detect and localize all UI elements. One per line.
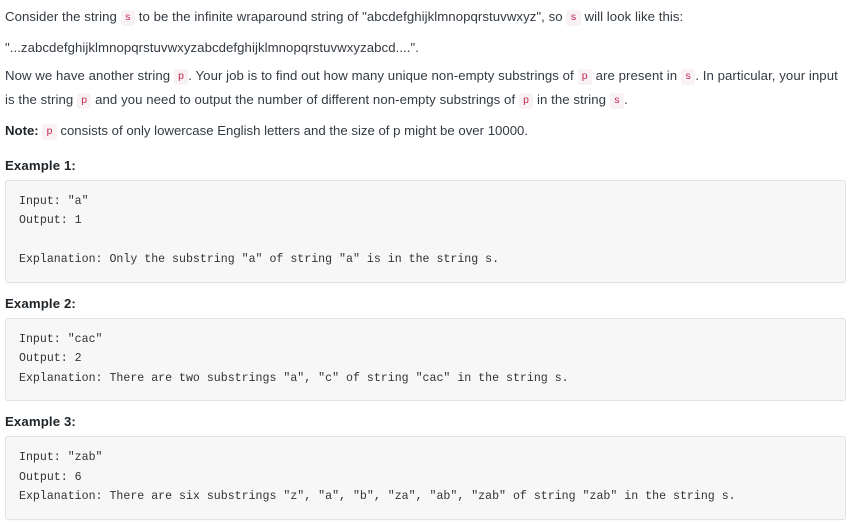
example-heading: Example 1: — [5, 157, 76, 173]
text-run: . — [624, 91, 628, 107]
text-run: Now we have another string — [5, 68, 174, 83]
note-label: Note: — [5, 123, 39, 138]
example-2: Example 2: Input: "cac" Output: 2 Explana… — [5, 295, 846, 401]
example-1: Example 1: Input: "a" Output: 1 Explanati… — [5, 158, 846, 283]
examples-section: Example 1: Input: "a" Output: 1 Explanati… — [5, 158, 846, 520]
example-heading: Example 3: — [5, 414, 76, 429]
inline-code-token: s — [120, 10, 136, 26]
inline-code-token: p — [77, 92, 92, 109]
text-run: in the string — [533, 91, 610, 107]
paragraph-task: Now we have another string p. Your job i… — [5, 65, 846, 112]
example-code-block: Input: "cac" Output: 2 Explanation: Ther… — [5, 317, 846, 401]
text-run: . Your job is to find out how many uniqu… — [188, 68, 578, 83]
paragraph-note: Note: p consists of only lowercase Engli… — [5, 120, 846, 144]
inline-code-token: p — [42, 124, 57, 140]
inline-code-token: s — [609, 92, 625, 109]
example-code-block: Input: "zab" Output: 6 Explanation: Ther… — [5, 436, 846, 520]
example-heading: Example 2: — [5, 295, 76, 311]
example-code-block: Input: "a" Output: 1 Explanation: Only t… — [5, 179, 846, 283]
problem-statement-prose: Consider the string s to be the infinite… — [5, 6, 846, 144]
text-run: and you need to output the number of dif… — [91, 91, 519, 107]
inline-code-token: p — [577, 69, 592, 85]
inline-code-token: p — [173, 69, 189, 85]
text-run: "...zabcdefghijklmnopqrstuvwxyzabcdefghi… — [5, 39, 419, 55]
paragraph-intro: Consider the string s to be the infinite… — [5, 6, 846, 30]
text-run: are present in — [591, 68, 681, 83]
inline-code-token: s — [566, 10, 581, 26]
text-run: consists of only lowercase English lette… — [56, 123, 529, 138]
text-run: to be the infinite wraparound string of … — [135, 9, 567, 24]
text-run: will look like this: — [580, 9, 684, 24]
problem-description-page: Consider the string s to be the infinite… — [0, 0, 853, 520]
paragraph-wraparound-example: "...zabcdefghijklmnopqrstuvwxyzabcdefghi… — [5, 37, 846, 59]
inline-code-token: p — [518, 92, 534, 109]
example-3: Example 3: Input: "zab" Output: 6 Explana… — [5, 414, 846, 520]
inline-code-token: s — [680, 69, 696, 85]
text-run: Consider the string — [5, 9, 121, 24]
